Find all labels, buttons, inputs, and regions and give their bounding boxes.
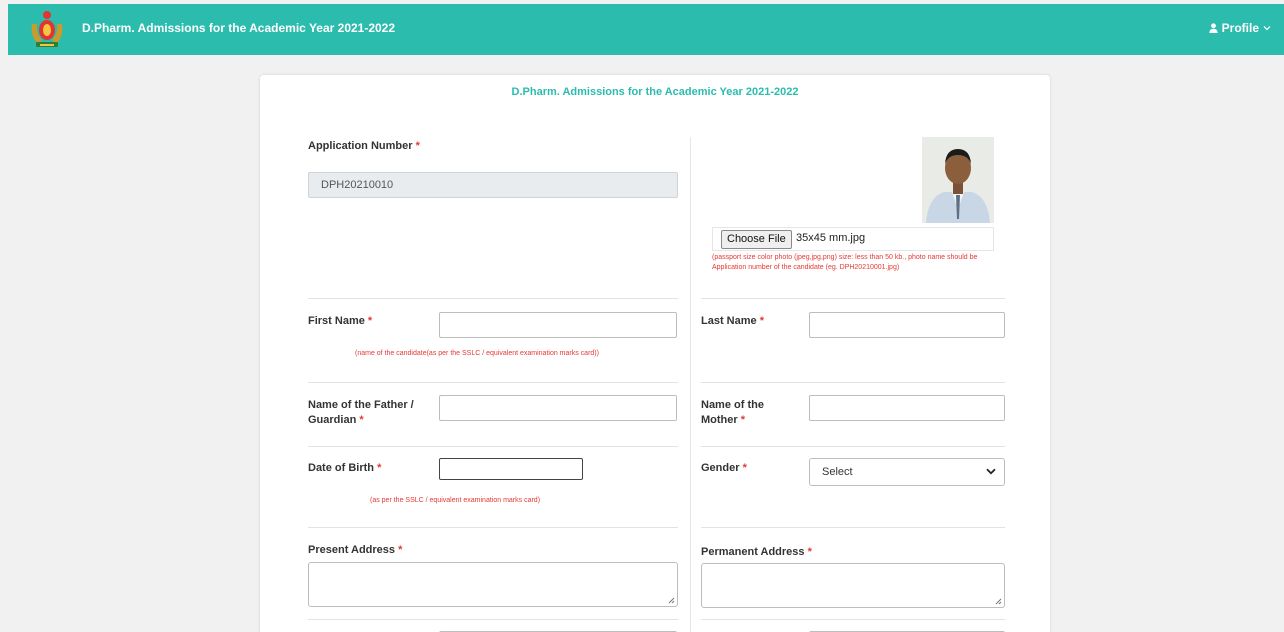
- photo-note: (passport size color photo (jpeg,jpg,png…: [712, 254, 978, 271]
- divider: [701, 619, 1005, 620]
- top-navbar: D.Pharm. Admissions for the Academic Yea…: [8, 4, 1284, 55]
- gender-select[interactable]: Select: [809, 458, 1005, 486]
- column-divider: [690, 137, 691, 632]
- choose-file-button[interactable]: Choose File: [721, 230, 792, 249]
- divider: [308, 382, 678, 383]
- admission-form-card: D.Pharm. Admissions for the Academic Yea…: [260, 75, 1050, 632]
- first-name-label: First Name *: [308, 315, 373, 327]
- resize-grip-icon[interactable]: [995, 598, 1002, 605]
- father-name-label: Name of the Father / Guardian *: [308, 399, 414, 426]
- caret-down-icon: [1263, 26, 1271, 31]
- first-name-input[interactable]: [439, 312, 677, 338]
- divider: [308, 298, 678, 299]
- divider: [308, 619, 678, 620]
- state-emblem-logo[interactable]: [28, 8, 66, 50]
- gender-label: Gender *: [701, 462, 747, 474]
- last-name-input[interactable]: [809, 312, 1005, 338]
- permanent-address-label: Permanent Address *: [701, 546, 812, 558]
- dob-note: (as per the SSLC / equivalent examinatio…: [370, 497, 541, 504]
- mother-name-input[interactable]: [809, 395, 1005, 421]
- father-name-input[interactable]: [439, 395, 677, 421]
- profile-label: Profile: [1221, 21, 1259, 35]
- first-name-note: (name of the candidate(as per the SSLC /…: [355, 350, 599, 357]
- dob-label: Date of Birth *: [308, 462, 382, 474]
- selected-file-name: 35x45 mm.jpg: [796, 232, 866, 244]
- present-address-textarea[interactable]: [308, 562, 678, 607]
- photo-file-picker: Choose File 35x45 mm.jpg: [712, 227, 994, 251]
- application-number-label: Application Number *: [308, 140, 420, 152]
- divider: [701, 446, 1005, 447]
- permanent-address-textarea[interactable]: [701, 563, 1005, 608]
- gender-selected-value: Select: [822, 466, 853, 478]
- dob-input[interactable]: [439, 458, 583, 480]
- user-icon: [1208, 23, 1218, 33]
- divider: [701, 382, 1005, 383]
- application-number-field[interactable]: DPH20210010: [308, 172, 678, 198]
- divider: [701, 527, 1005, 528]
- present-address-label: Present Address *: [308, 544, 403, 556]
- candidate-photo: [922, 137, 994, 223]
- divider: [701, 298, 1005, 299]
- profile-menu[interactable]: Profile: [1208, 21, 1271, 35]
- last-name-label: Last Name *: [701, 315, 764, 327]
- resize-grip-icon[interactable]: [668, 597, 675, 604]
- mother-name-label: Name of the Mother *: [701, 399, 764, 426]
- form-title: D.Pharm. Admissions for the Academic Yea…: [511, 86, 799, 98]
- divider: [308, 527, 678, 528]
- app-title: D.Pharm. Admissions for the Academic Yea…: [82, 21, 396, 35]
- chevron-down-icon: [986, 468, 996, 475]
- divider: [308, 446, 678, 447]
